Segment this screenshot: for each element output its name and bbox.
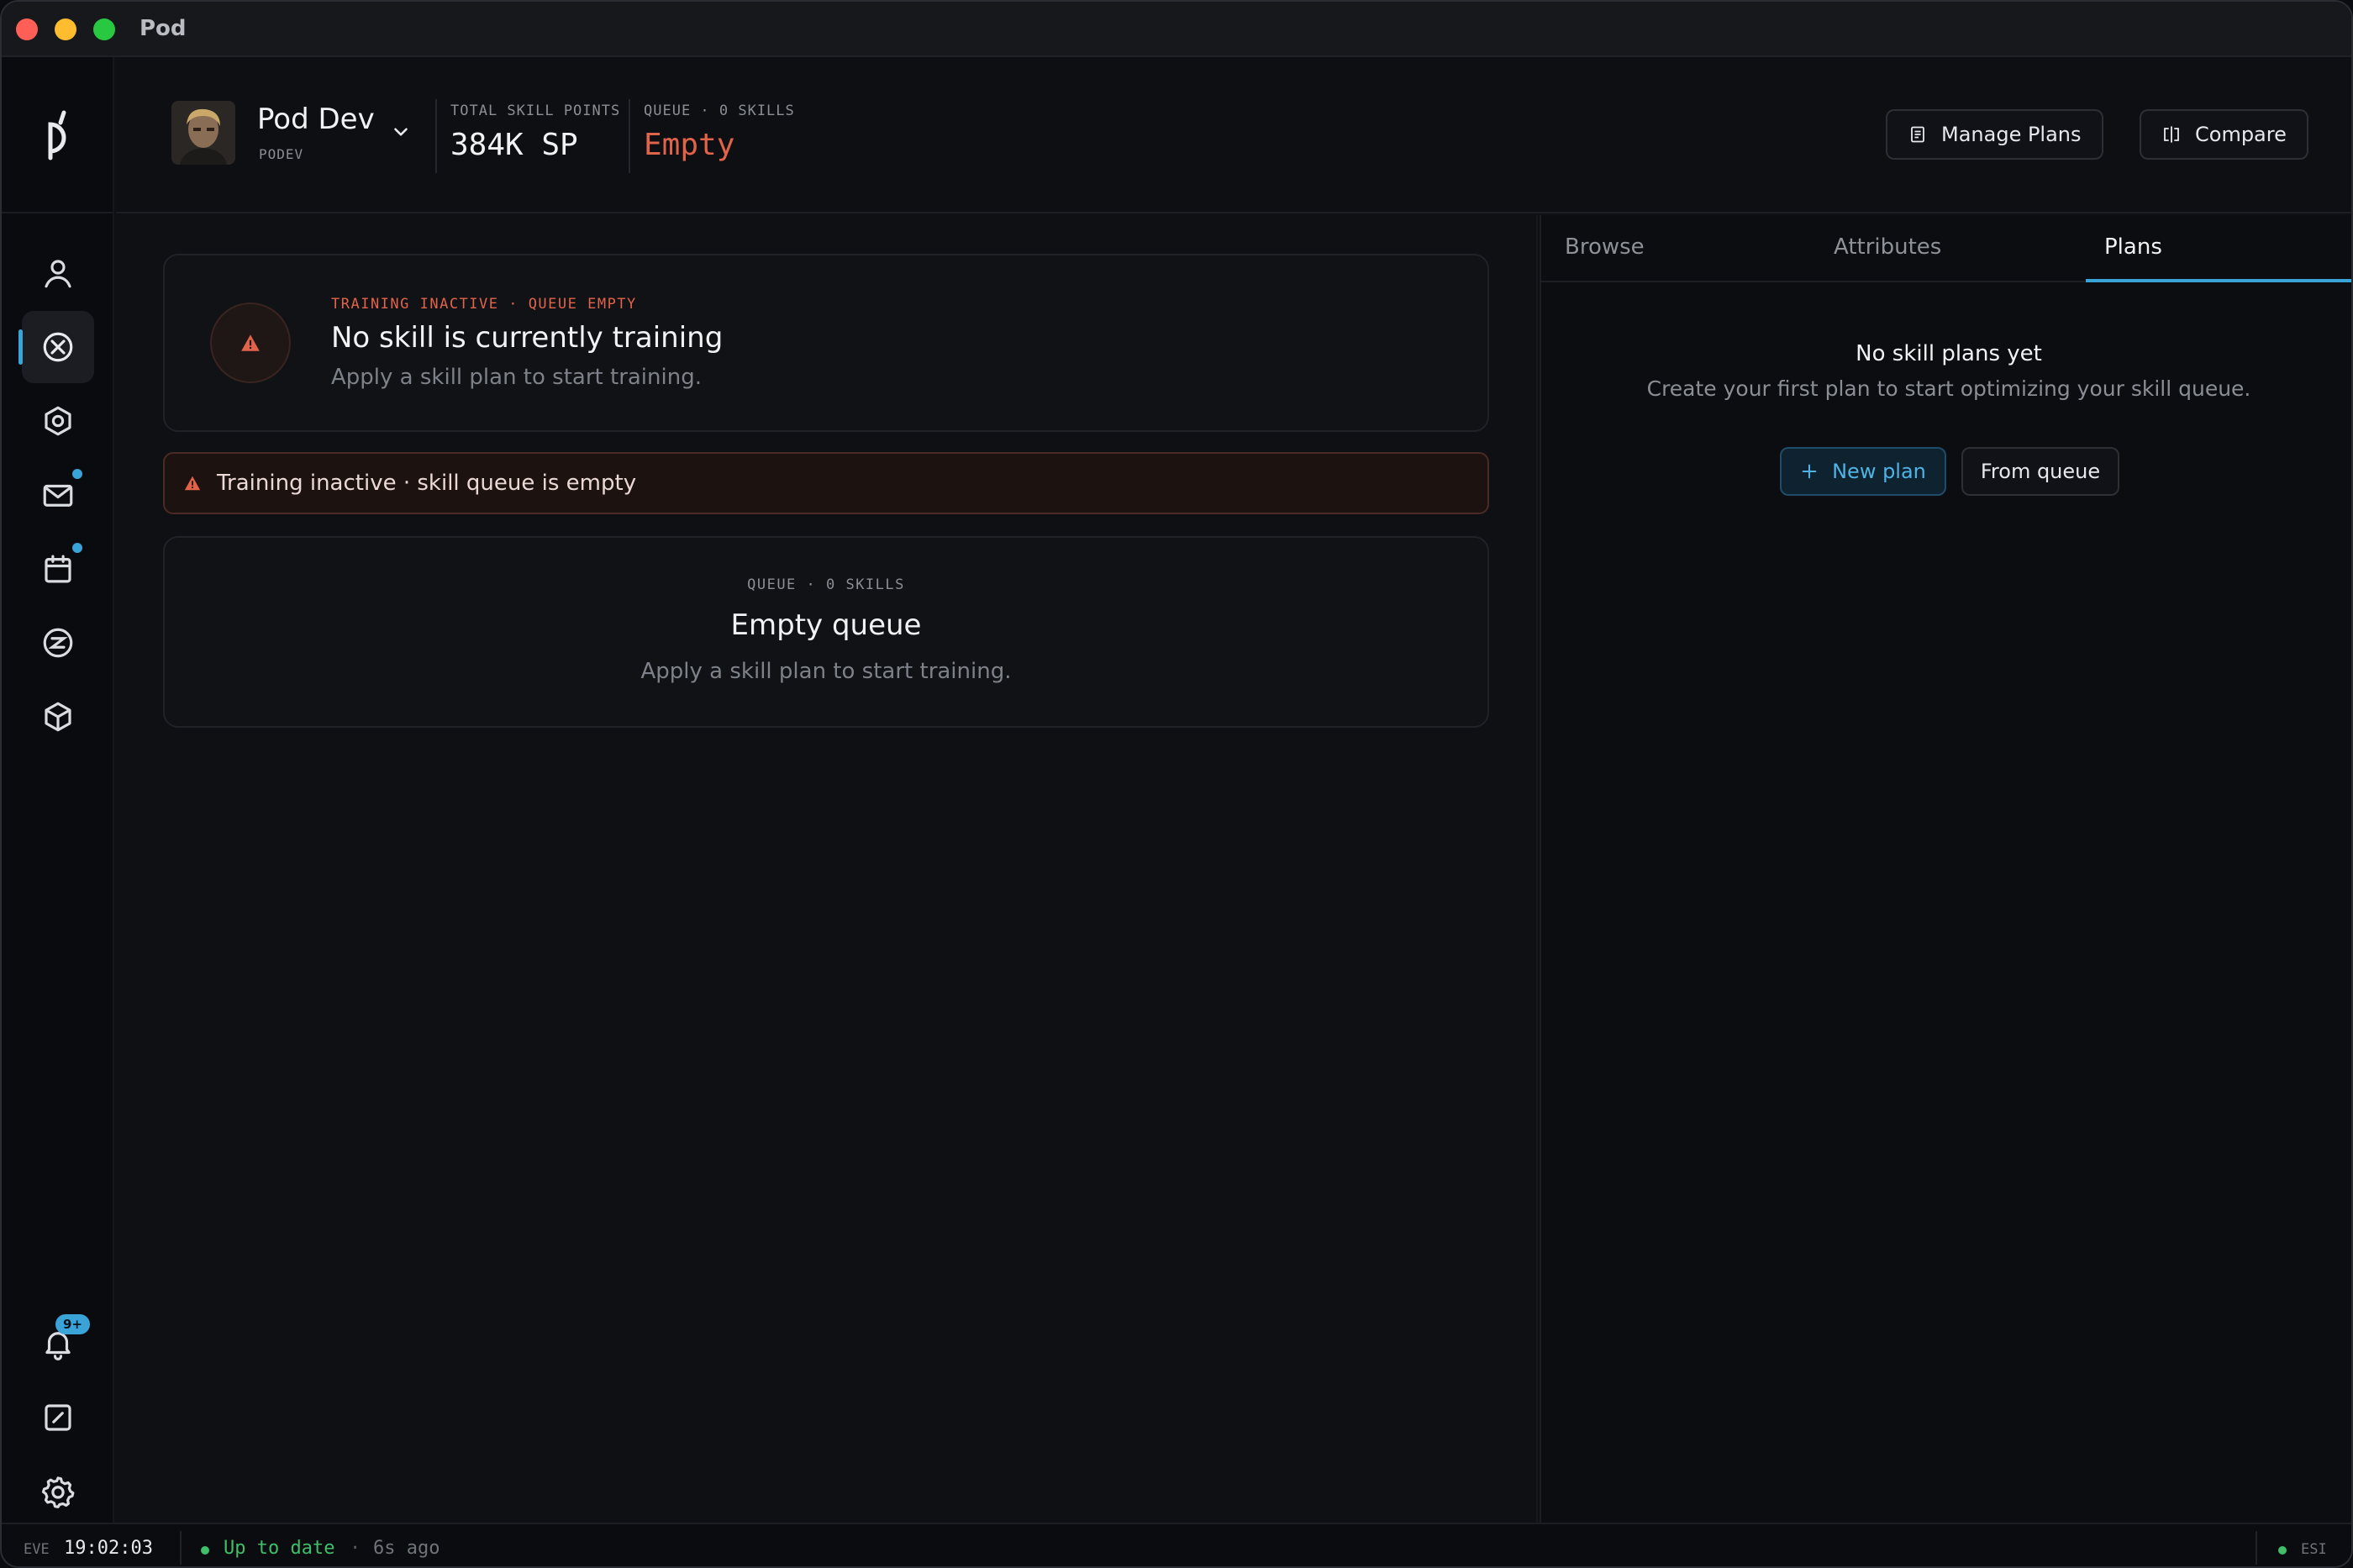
- plans-empty-title: No skill plans yet: [1856, 341, 2042, 366]
- manage-plans-label: Manage Plans: [1941, 123, 2082, 146]
- tab-attributes[interactable]: Attributes: [1834, 215, 1941, 282]
- tab-browse[interactable]: Browse: [1565, 215, 1645, 282]
- sync-age: 6s ago: [373, 1538, 440, 1559]
- zoom-window-button[interactable]: [93, 18, 115, 40]
- sidebar-item-dashboard[interactable]: [22, 1381, 94, 1454]
- sidebar-item-skills[interactable]: [18, 311, 94, 383]
- status-bar: EVE 19:02:03 Up to date · 6s ago ESI: [2, 1523, 2351, 1566]
- currency-icon: [43, 628, 73, 658]
- title-bar: Pod: [2, 2, 2351, 57]
- sidebar-item-wallet[interactable]: [22, 607, 94, 679]
- manage-plans-button[interactable]: Manage Plans: [1886, 109, 2103, 160]
- from-queue-label: From queue: [1980, 460, 2101, 483]
- notifications-badge: 9+: [55, 1314, 91, 1334]
- minimize-window-button[interactable]: [55, 18, 76, 40]
- compare-label: Compare: [2195, 123, 2287, 146]
- document-icon: [1911, 126, 1924, 143]
- skills-icon: [43, 332, 73, 362]
- sync-status: Up to date: [224, 1538, 335, 1559]
- character-ticker: PODEV: [259, 146, 304, 162]
- queue-label: QUEUE · 0 SKILLS: [644, 103, 795, 119]
- compare-button[interactable]: Compare: [2140, 109, 2308, 160]
- plus-icon: [1802, 464, 1817, 479]
- warning-badge: [210, 303, 291, 383]
- unread-dot: [72, 469, 82, 479]
- gauge-icon: [45, 1404, 71, 1431]
- nav-divider: [2, 212, 114, 213]
- queue-card: QUEUE · 0 SKILLS Empty queue Apply a ski…: [163, 536, 1489, 728]
- sidebar-item-character[interactable]: [22, 237, 94, 309]
- close-window-button[interactable]: [16, 18, 38, 40]
- character-header: Pod Dev PODEV TOTAL SKILL POINTS 384K SP…: [116, 57, 2351, 213]
- sidebar-item-calendar[interactable]: [22, 533, 94, 605]
- sidebar-item-fittings[interactable]: [22, 385, 94, 457]
- plans-panel: Browse Attributes Plans No skill plans y…: [1540, 215, 2351, 1523]
- sidebar-item-mail[interactable]: [22, 459, 94, 531]
- tab-plans[interactable]: Plans: [2104, 215, 2162, 282]
- character-name[interactable]: Pod Dev: [257, 103, 375, 136]
- mail-icon: [43, 484, 73, 507]
- clock-label: EVE: [24, 1541, 50, 1558]
- total-sp-value: 384K SP: [450, 128, 578, 162]
- total-sp-label: TOTAL SKILL POINTS: [450, 103, 621, 119]
- new-plan-label: New plan: [1832, 460, 1926, 483]
- person-icon: [45, 260, 71, 288]
- panel-divider: [1536, 215, 1538, 1523]
- sync-separator: ·: [350, 1538, 361, 1559]
- from-queue-button[interactable]: From queue: [1961, 447, 2119, 496]
- queue-subtitle: Apply a skill plan to start training.: [640, 659, 1012, 684]
- chevron-down-icon[interactable]: [390, 121, 412, 143]
- active-tab-underline: [2086, 279, 2351, 282]
- esi-label: ESI: [2301, 1541, 2327, 1558]
- compare-icon: [2164, 126, 2179, 143]
- window-title: Pod: [139, 16, 187, 41]
- training-title: No skill is currently training: [331, 321, 724, 355]
- cube-icon: [45, 702, 71, 732]
- sync-status-dot: [201, 1546, 209, 1555]
- alert-text: Training inactive · skill queue is empty: [217, 471, 637, 496]
- eve-clock: 19:02:03: [64, 1538, 153, 1559]
- queue-title: Empty queue: [730, 608, 922, 642]
- sidebar-nav: 9+: [2, 57, 114, 1523]
- new-plan-button[interactable]: New plan: [1780, 447, 1946, 496]
- training-eyebrow: TRAINING INACTIVE · QUEUE EMPTY: [331, 296, 637, 313]
- queue-eyebrow: QUEUE · 0 SKILLS: [747, 576, 905, 593]
- plans-empty-subtitle: Create your first plan to start optimizi…: [1646, 376, 2251, 401]
- header-divider: [435, 99, 437, 173]
- active-indicator: [18, 329, 23, 365]
- character-avatar[interactable]: [171, 101, 235, 165]
- header-divider: [629, 99, 630, 173]
- sidebar-item-notifications[interactable]: 9+: [22, 1308, 94, 1380]
- app-logo-icon[interactable]: [32, 106, 82, 165]
- hexagon-icon: [45, 406, 71, 436]
- panel-tabs: Browse Attributes Plans: [1541, 215, 2351, 282]
- app-window: Pod 9+ Pod Dev PODEV TOTAL SKILL POINTS …: [0, 0, 2353, 1568]
- training-subtitle: Apply a skill plan to start training.: [331, 365, 702, 390]
- queue-status-value: Empty: [644, 128, 735, 162]
- unread-dot: [72, 543, 82, 553]
- training-inactive-alert: Training inactive · skill queue is empty: [163, 452, 1489, 514]
- status-divider: [180, 1531, 182, 1565]
- sidebar-item-assets[interactable]: [22, 681, 94, 753]
- esi-status-dot: [2278, 1546, 2287, 1555]
- warning-icon: [184, 476, 201, 491]
- gear-icon: [41, 1476, 75, 1508]
- status-divider: [2256, 1531, 2257, 1565]
- calendar-icon: [45, 555, 71, 583]
- sidebar-item-settings[interactable]: [22, 1455, 94, 1528]
- warning-icon: [241, 334, 260, 351]
- training-status-card: TRAINING INACTIVE · QUEUE EMPTY No skill…: [163, 254, 1489, 432]
